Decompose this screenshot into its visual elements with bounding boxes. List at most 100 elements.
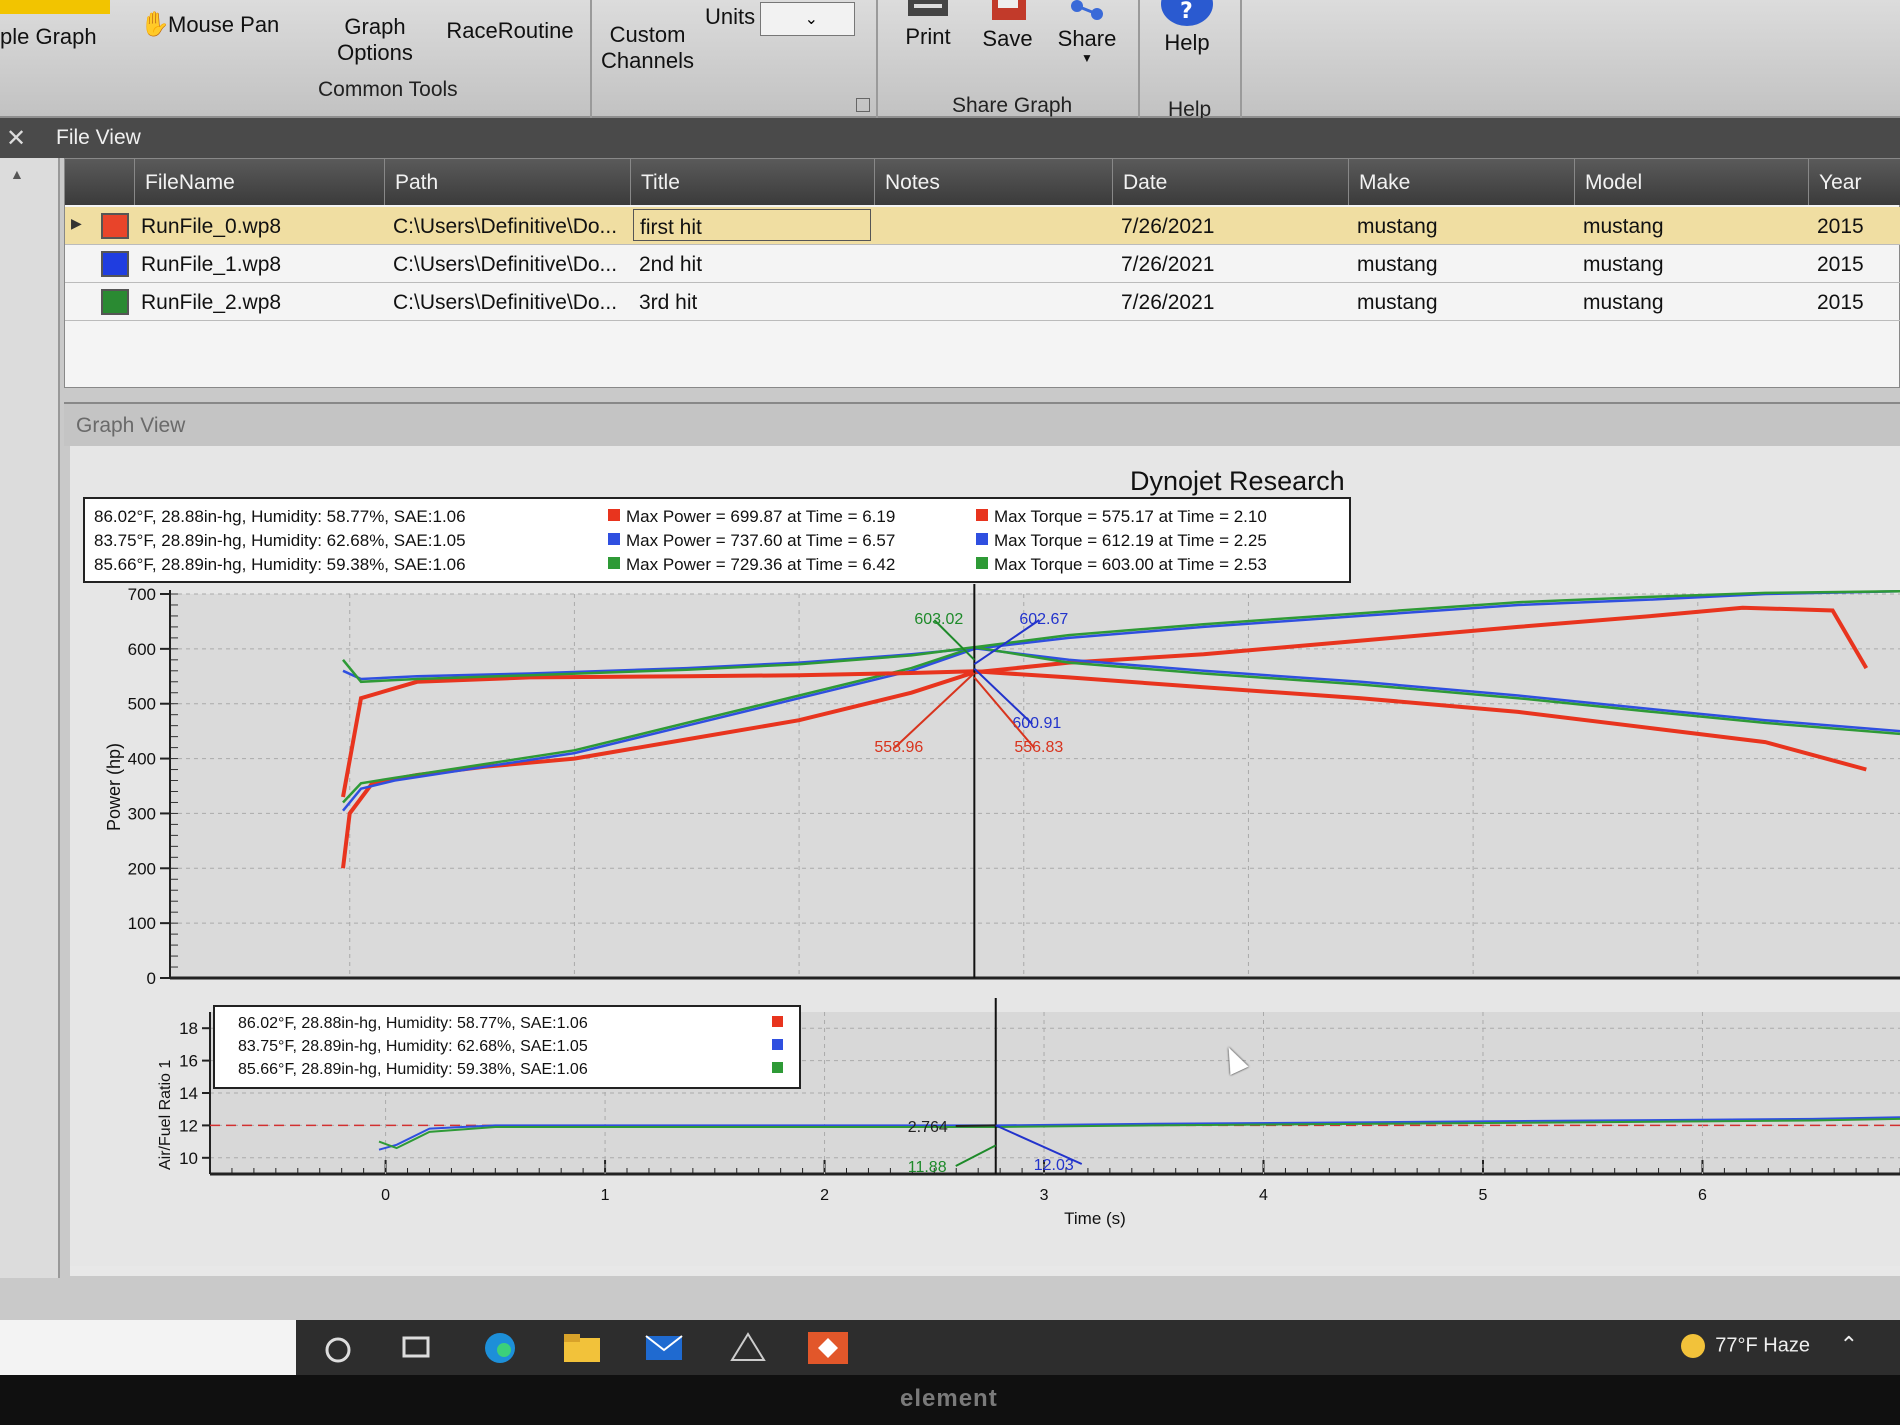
custom-channels-button[interactable]: Custom Channels <box>595 22 700 74</box>
task-view-icon[interactable] <box>398 1330 438 1366</box>
afr-y-tick-label: 16 <box>179 1052 198 1071</box>
cell-title[interactable]: first hit <box>633 209 871 241</box>
cell-filename: RunFile_2.wp8 <box>141 291 282 314</box>
cell-year: 2015 <box>1817 215 1864 238</box>
monitor-brand: element <box>900 1385 998 1412</box>
table-row[interactable]: ▶ RunFile_0.wp8 C:\Users\Definitive\Do..… <box>65 207 1900 245</box>
ribbon-separator <box>590 0 592 118</box>
table-row[interactable]: RunFile_1.wp8 C:\Users\Definitive\Do... … <box>65 245 1900 283</box>
x-tick-label: 4 <box>1259 1187 1268 1204</box>
share-icon <box>1071 0 1103 20</box>
scroll-up-arrow-icon[interactable]: ▲ <box>10 166 24 182</box>
cell-title: 3rd hit <box>639 291 698 314</box>
x-tick-label: 2 <box>820 1187 829 1204</box>
legend-swatch <box>608 533 620 545</box>
column-header-filename[interactable]: FileName <box>135 159 385 205</box>
help-label: Help <box>1164 30 1210 55</box>
caret-down-icon: ▼ <box>1081 51 1093 65</box>
weather-text: 77°F Haze <box>1715 1334 1810 1357</box>
cell-filename: RunFile_1.wp8 <box>141 253 282 276</box>
power-y-tick-label: 400 <box>128 750 156 769</box>
legend-conditions-text: 86.02°F, 28.88in-hg, Humidity: 58.77%, S… <box>94 507 466 526</box>
column-header-notes[interactable]: Notes <box>875 159 1113 205</box>
cursor-value-label: 556.83 <box>1014 739 1063 756</box>
power-y-tick-label: 300 <box>128 804 156 823</box>
edge-browser-icon[interactable] <box>480 1330 520 1366</box>
column-header-date[interactable]: Date <box>1113 159 1349 205</box>
column-header-year[interactable]: Year <box>1809 159 1900 205</box>
common-tools-group-label: Common Tools <box>318 78 458 101</box>
legend-max-power-text: Max Power = 729.36 at Time = 6.42 <box>626 555 895 574</box>
power-y-tick-label: 200 <box>128 859 156 878</box>
search-icon[interactable] <box>320 1330 360 1366</box>
afr-y-tick-label: 10 <box>179 1149 198 1168</box>
column-header-title[interactable]: Title <box>631 159 875 205</box>
legend-swatch <box>976 509 988 521</box>
column-header-indicator <box>65 159 135 205</box>
simple-graph-button[interactable]: ple Graph <box>0 24 97 50</box>
cell-date: 7/26/2021 <box>1121 215 1215 238</box>
power-y-tick-label: 0 <box>147 969 156 988</box>
legend-max-torque-text: Max Torque = 603.00 at Time = 2.53 <box>994 555 1267 574</box>
run-color-swatch <box>101 289 129 315</box>
save-button[interactable]: Save <box>975 0 1040 52</box>
afr-y-tick-label: 14 <box>179 1084 198 1103</box>
simple-graph-label: ple Graph <box>0 24 97 49</box>
x-axis-label: Time (s) <box>1064 1209 1126 1228</box>
ribbon-separator <box>876 0 878 118</box>
legend-swatch <box>976 557 988 569</box>
afr-cursor-pointer-arrow <box>955 1124 996 1127</box>
legend-max-torque-text: Max Torque = 575.17 at Time = 2.10 <box>994 507 1267 526</box>
x-tick-label: 3 <box>1040 1187 1049 1204</box>
power-y-tick-label: 500 <box>128 695 156 714</box>
cell-year: 2015 <box>1817 291 1864 314</box>
svg-text:?: ? <box>1180 0 1193 24</box>
column-header-path[interactable]: Path <box>385 159 631 205</box>
cell-path: C:\Users\Definitive\Do... <box>393 253 618 276</box>
column-header-make[interactable]: Make <box>1349 159 1575 205</box>
custom-channels-label-2: Channels <box>601 48 694 73</box>
units-dropdown[interactable]: ⌄ <box>760 2 855 36</box>
monitor-bezel: element <box>0 1375 1900 1425</box>
print-label: Print <box>905 24 951 49</box>
dyno-charts[interactable]: Dynojet Research0100200300400500600700Po… <box>70 446 1900 1266</box>
close-icon[interactable]: ✕ <box>6 124 26 153</box>
dialog-launcher-icon[interactable] <box>856 98 870 112</box>
app-icon[interactable] <box>728 1330 768 1366</box>
chevron-up-icon[interactable]: ⌃ <box>1840 1332 1858 1358</box>
taskbar-search-box[interactable] <box>0 1320 296 1375</box>
table-row[interactable]: RunFile_2.wp8 C:\Users\Definitive\Do... … <box>65 283 1900 321</box>
weather-widget[interactable]: 77°F Haze <box>1681 1334 1810 1358</box>
power-y-axis-label: Power (hp) <box>104 743 124 831</box>
graph-options-label-2: Options <box>337 40 413 65</box>
cursor-value-label: 558.96 <box>874 739 923 756</box>
cursor-value-label: 602.67 <box>1019 611 1068 628</box>
file-explorer-icon[interactable] <box>562 1330 602 1366</box>
help-icon: ? <box>1161 0 1213 26</box>
cell-model: mustang <box>1583 253 1664 276</box>
afr-legend-conditions-text: 86.02°F, 28.88in-hg, Humidity: 58.77%, S… <box>238 1015 588 1032</box>
race-routine-label: RaceRoutine <box>446 18 574 43</box>
save-label: Save <box>982 26 1033 51</box>
mail-icon[interactable] <box>644 1330 684 1366</box>
race-routine-button[interactable]: RaceRoutine <box>440 18 580 44</box>
help-button[interactable]: ? Help <box>1152 0 1222 56</box>
column-header-model[interactable]: Model <box>1575 159 1809 205</box>
share-button[interactable]: Share ▼ <box>1052 0 1122 64</box>
cell-make: mustang <box>1357 291 1438 314</box>
x-tick-label: 1 <box>601 1187 610 1204</box>
ribbon-toolbar: ple Graph ✋Mouse Pan Graph Options RaceR… <box>0 0 1900 121</box>
graph-options-button[interactable]: Graph Options <box>325 14 425 66</box>
mouse-pan-label: Mouse Pan <box>168 12 280 37</box>
afr-cursor-value-label: 11.88 <box>908 1159 947 1176</box>
dynojet-app-icon[interactable] <box>806 1330 852 1366</box>
afr-legend-conditions-text: 85.66°F, 28.89in-hg, Humidity: 59.38%, S… <box>238 1061 588 1078</box>
mouse-pan-button[interactable]: ✋Mouse Pan <box>140 12 300 38</box>
x-tick-label: 5 <box>1479 1187 1488 1204</box>
simple-graph-tab[interactable] <box>0 0 110 14</box>
print-button[interactable]: Print <box>898 0 958 50</box>
share-graph-group-label: Share Graph <box>952 94 1073 117</box>
legend-swatch <box>976 533 988 545</box>
cell-path: C:\Users\Definitive\Do... <box>393 291 618 314</box>
run-color-swatch <box>101 213 129 239</box>
